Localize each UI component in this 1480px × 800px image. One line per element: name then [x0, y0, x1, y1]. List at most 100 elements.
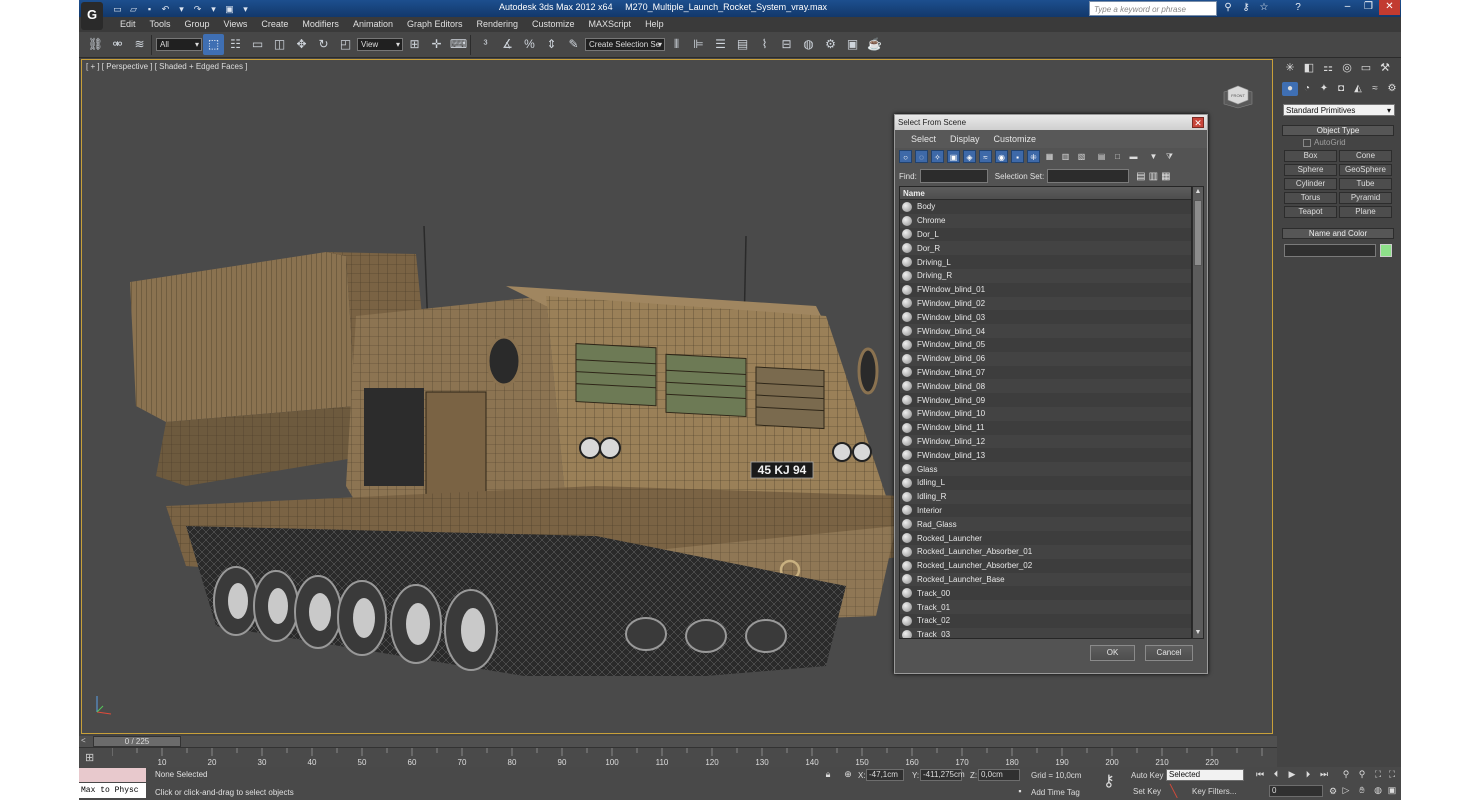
- cone-button[interactable]: Cone: [1339, 150, 1392, 162]
- menu-edit[interactable]: Edit: [113, 17, 143, 32]
- list-item[interactable]: Rocked_Launcher_Absorber_02: [900, 559, 1191, 573]
- schematic-view-icon[interactable]: ⊟: [776, 34, 797, 55]
- list-item[interactable]: Driving_R: [900, 268, 1191, 283]
- helpers-icon[interactable]: ◭: [1350, 82, 1366, 96]
- display-tab-icon[interactable]: ▭: [1358, 60, 1374, 76]
- set-key-icon[interactable]: ╲: [1170, 784, 1177, 798]
- sphere-button[interactable]: Sphere: [1284, 164, 1337, 176]
- move-icon[interactable]: ✥: [291, 34, 312, 55]
- name-color-rollout[interactable]: Name and Color: [1282, 228, 1394, 239]
- track-bar[interactable]: ⊞ 10 20 30 40 50 60 70 80 90 100 110 120 130 140 150 16…: [79, 747, 1277, 767]
- maxscript-listener-output[interactable]: [79, 768, 146, 782]
- selection-filter-dropdown[interactable]: All: [156, 38, 202, 51]
- orbit-icon[interactable]: ◍: [1371, 784, 1385, 797]
- minimize-icon[interactable]: –: [1337, 0, 1358, 15]
- angle-snap-icon[interactable]: ∡: [497, 34, 518, 55]
- delete-set-icon[interactable]: ▦: [1161, 171, 1170, 182]
- list-item[interactable]: Track_02: [900, 614, 1191, 628]
- select-all-icon[interactable]: ▤: [1095, 150, 1108, 163]
- curve-editor-icon[interactable]: ⌇: [754, 34, 775, 55]
- redo-dropdown-icon[interactable]: ▾: [207, 3, 220, 15]
- menu-customize[interactable]: Customize: [525, 17, 582, 32]
- pivot-center-icon[interactable]: ⊞: [404, 34, 425, 55]
- list-item[interactable]: Glass: [900, 462, 1191, 476]
- next-frame-icon[interactable]: ⏵: [1301, 768, 1315, 781]
- bind-space-warp-icon[interactable]: ≋: [129, 34, 150, 55]
- list-item[interactable]: Track_01: [900, 600, 1191, 614]
- time-tag-icon[interactable]: ▪: [1013, 785, 1027, 798]
- rendered-frame-icon[interactable]: ▣: [842, 34, 863, 55]
- list-item[interactable]: FWindow_blind_01: [900, 283, 1191, 297]
- unlink-icon[interactable]: ⚮: [107, 34, 128, 55]
- redo-icon[interactable]: ↷: [191, 3, 204, 15]
- menu-help[interactable]: Help: [638, 17, 671, 32]
- list-item[interactable]: Idling_L: [900, 476, 1191, 490]
- geometry-icon[interactable]: ●: [1282, 82, 1298, 96]
- undo-icon[interactable]: ↶: [159, 3, 172, 15]
- object-name-input[interactable]: [1284, 244, 1376, 257]
- project-folder-icon[interactable]: ▣: [223, 3, 236, 15]
- app-logo[interactable]: G: [81, 2, 103, 30]
- render-setup-icon[interactable]: ⚙: [820, 34, 841, 55]
- list-item[interactable]: FWindow_blind_11: [900, 421, 1191, 435]
- lights-icon[interactable]: ✦: [1316, 82, 1332, 96]
- menu-group[interactable]: Group: [178, 17, 217, 32]
- list-item[interactable]: Track_03: [900, 627, 1191, 638]
- scroll-thumb[interactable]: [1194, 200, 1202, 266]
- object-type-rollout[interactable]: Object Type: [1282, 125, 1394, 136]
- display-bones-icon[interactable]: ⁜: [1027, 150, 1040, 163]
- menu-views[interactable]: Views: [217, 17, 255, 32]
- list-item[interactable]: FWindow_blind_03: [900, 310, 1191, 324]
- checkbox-icon[interactable]: [1303, 138, 1311, 147]
- list-item[interactable]: FWindow_blind_02: [900, 296, 1191, 311]
- list-item[interactable]: FWindow_blind_08: [900, 379, 1191, 394]
- dialog-menu-customize[interactable]: Customize: [987, 130, 1044, 148]
- key-mode-dropdown[interactable]: Selected: [1166, 769, 1244, 781]
- mirror-icon[interactable]: ⫴: [666, 34, 687, 55]
- snaps-toggle-icon[interactable]: ³: [475, 34, 496, 55]
- menu-modifiers[interactable]: Modifiers: [295, 17, 346, 32]
- viewcube-icon[interactable]: FRONT: [1218, 82, 1258, 112]
- key-icon[interactable]: ⚷: [1103, 771, 1115, 791]
- graphite-toggle-icon[interactable]: ▤: [732, 34, 753, 55]
- close-icon[interactable]: ✕: [1379, 0, 1400, 15]
- reference-coord-dropdown[interactable]: View: [357, 38, 403, 51]
- play-icon[interactable]: ▶: [1285, 768, 1299, 781]
- x-coordinate-field[interactable]: -47,1cm: [866, 769, 904, 781]
- display-all-icon[interactable]: ▦: [1043, 150, 1056, 163]
- percent-snap-icon[interactable]: %: [519, 34, 540, 55]
- binoculars-icon[interactable]: ⚲: [1222, 1, 1234, 15]
- window-crossing-icon[interactable]: ◫: [269, 34, 290, 55]
- list-item[interactable]: FWindow_blind_13: [900, 448, 1191, 462]
- list-item[interactable]: FWindow_blind_04: [900, 324, 1191, 338]
- zoom-extents-all-icon[interactable]: ⛶: [1385, 768, 1399, 781]
- list-item[interactable]: Chrome: [900, 213, 1191, 228]
- scale-icon[interactable]: ◰: [335, 34, 356, 55]
- menu-tools[interactable]: Tools: [143, 17, 178, 32]
- go-to-end-icon[interactable]: ⏭: [1317, 768, 1331, 781]
- scroll-up-icon[interactable]: ▲: [1193, 187, 1203, 197]
- list-item[interactable]: FWindow_blind_09: [900, 393, 1191, 407]
- plane-button[interactable]: Plane: [1339, 206, 1392, 218]
- pan-icon[interactable]: ✋︎: [1355, 784, 1369, 797]
- select-none-icon[interactable]: □: [1111, 150, 1124, 163]
- display-none-icon[interactable]: ▥: [1059, 150, 1072, 163]
- spacewarps-icon[interactable]: ≈: [1367, 82, 1383, 96]
- display-shapes-icon[interactable]: ◌: [915, 150, 928, 163]
- list-item[interactable]: FWindow_blind_07: [900, 366, 1191, 380]
- help-search-input[interactable]: Type a keyword or phrase: [1089, 1, 1217, 16]
- list-item[interactable]: Track_00: [900, 586, 1191, 600]
- list-item[interactable]: Interior: [900, 504, 1191, 518]
- select-manipulate-icon[interactable]: ✛: [426, 34, 447, 55]
- select-object-icon[interactable]: ⬚: [203, 34, 224, 55]
- go-to-start-icon[interactable]: ⏮: [1253, 768, 1267, 781]
- material-editor-icon[interactable]: ◍: [798, 34, 819, 55]
- filter-options-icon[interactable]: ⧩: [1163, 150, 1176, 163]
- list-item[interactable]: FWindow_blind_10: [900, 406, 1191, 421]
- list-item[interactable]: Idling_R: [900, 489, 1191, 504]
- set-key-button[interactable]: Set Key: [1133, 787, 1161, 796]
- modify-tab-icon[interactable]: ◧: [1301, 60, 1317, 76]
- time-slider-track[interactable]: < >: [79, 736, 1277, 747]
- z-coordinate-field[interactable]: 0,0cm: [978, 769, 1020, 781]
- y-coordinate-field[interactable]: -411,275cm: [920, 769, 965, 781]
